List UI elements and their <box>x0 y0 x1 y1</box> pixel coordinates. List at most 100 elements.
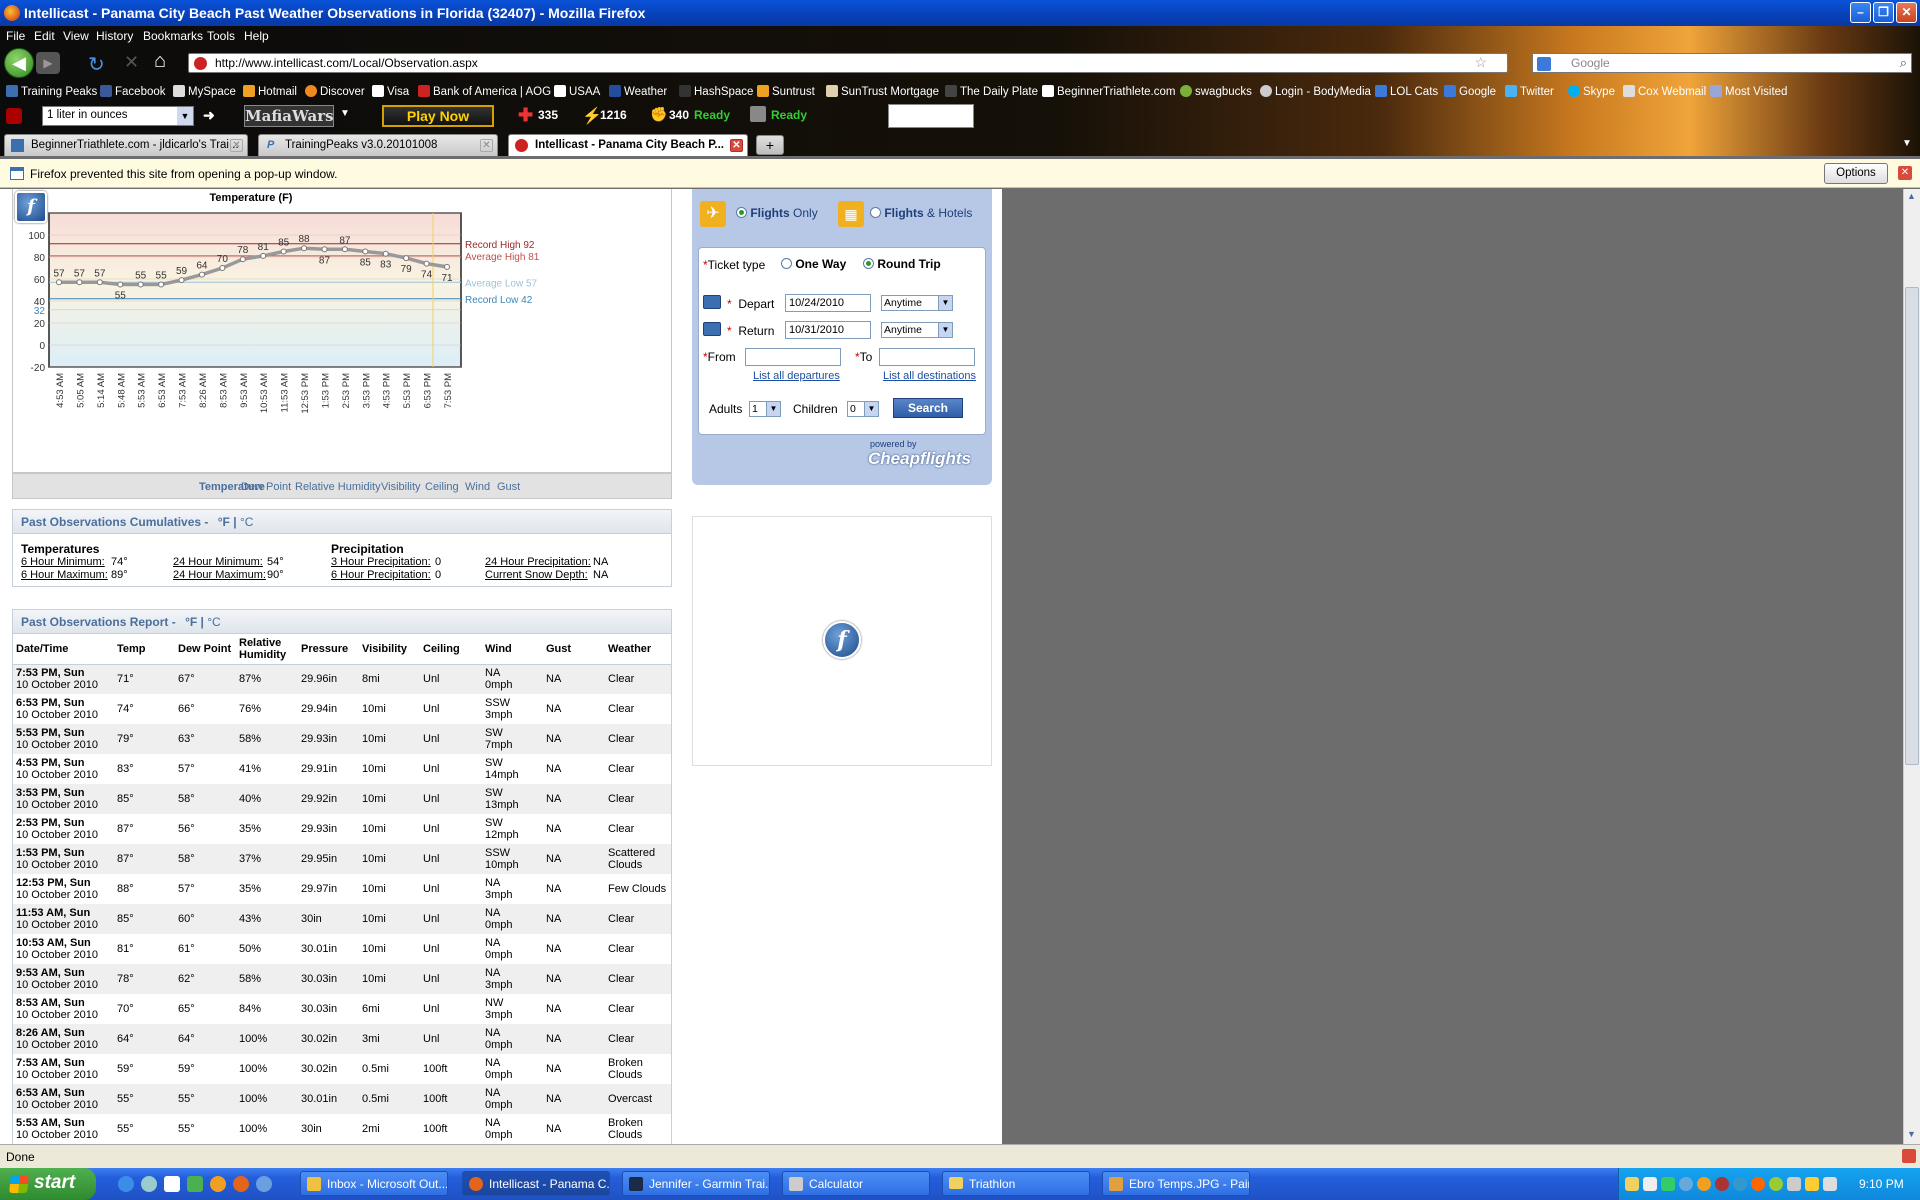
calendar-icon[interactable] <box>703 322 721 336</box>
bookmark-cox-webmail[interactable]: Cox Webmail <box>1623 85 1706 98</box>
forward-button[interactable]: ▶ <box>36 52 60 74</box>
tray-icon[interactable] <box>1643 1177 1657 1191</box>
quick-launch-icon[interactable] <box>210 1176 226 1192</box>
menu-bookmarks[interactable]: Bookmarks <box>143 29 203 43</box>
bookmark-google[interactable]: Google <box>1444 85 1496 98</box>
task-outlook[interactable]: Inbox - Microsoft Out... <box>300 1171 448 1196</box>
unit-fahrenheit[interactable]: °F <box>185 615 197 629</box>
vertical-scrollbar[interactable]: ▲ ▼ <box>1903 189 1920 1144</box>
unit-celsius[interactable]: °C <box>207 615 220 629</box>
one-way-radio[interactable]: One Way <box>781 257 846 271</box>
bookmark-hashspace[interactable]: HashSpace <box>679 85 753 98</box>
bookmark-usaa[interactable]: USAA <box>554 85 600 98</box>
bookmark-facebook[interactable]: Facebook <box>100 85 166 98</box>
search-input[interactable]: Google ⌕ <box>1532 53 1912 73</box>
toolbar-widget[interactable] <box>888 104 974 128</box>
bookmark-lol-cats[interactable]: LOL Cats <box>1375 85 1438 98</box>
arrow-icon[interactable]: ➜ <box>203 107 215 124</box>
cumulative-label[interactable]: 24 Hour Minimum: <box>173 556 263 568</box>
adults-select[interactable]: 1 ▼ <box>749 401 781 417</box>
flash-ad-placeholder[interactable]: f <box>692 516 992 766</box>
quick-launch-firefox-icon[interactable] <box>233 1176 249 1192</box>
unit-fahrenheit[interactable]: °F <box>218 515 230 529</box>
maximize-button[interactable]: ❐ <box>1873 2 1894 23</box>
bookmark-bank-of-america[interactable]: Bank of America | AOG <box>418 85 551 98</box>
bookmark-training-peaks[interactable]: Training Peaks <box>6 85 97 98</box>
tray-icon[interactable] <box>1751 1177 1765 1191</box>
menu-edit[interactable]: Edit <box>34 29 55 43</box>
bookmark-star-icon[interactable]: ☆ <box>1474 54 1487 71</box>
tray-icon[interactable] <box>1661 1177 1675 1191</box>
home-icon[interactable]: ⌂ <box>154 50 166 73</box>
list-departures-link[interactable]: List all departures <box>753 370 840 382</box>
tab-list-icon[interactable]: ▼ <box>1902 138 1912 149</box>
popup-options-button[interactable]: Options <box>1824 163 1888 184</box>
stop-icon[interactable]: ✕ <box>124 52 139 73</box>
tab-trainingpeaks[interactable]: P TrainingPeaks v3.0.20101008 ✕ <box>258 134 498 156</box>
bookmark-hotmail[interactable]: Hotmail <box>243 85 297 98</box>
round-trip-radio[interactable]: Round Trip <box>863 257 941 271</box>
cumulative-label[interactable]: 24 Hour Maximum: <box>173 569 266 581</box>
flights-only-radio[interactable]: Flights Only <box>736 206 818 220</box>
tab-close-icon[interactable]: ✕ <box>480 139 493 152</box>
chart-tab-dew-point[interactable]: Dew Point <box>241 481 291 493</box>
bookmark-swagbucks[interactable]: swagbucks <box>1180 85 1252 98</box>
quick-launch-icon[interactable] <box>164 1176 180 1192</box>
task-paint[interactable]: Ebro Temps.JPG - Paint <box>1102 1171 1250 1196</box>
tab-intellicast[interactable]: Intellicast - Panama City Beach P... ✕ <box>508 134 748 156</box>
cumulative-label[interactable]: 6 Hour Precipitation: <box>331 569 431 581</box>
chart-tab-visibility[interactable]: Visibility <box>381 481 421 493</box>
chart-tab-wind[interactable]: Wind <box>465 481 490 493</box>
tray-icon[interactable] <box>1733 1177 1747 1191</box>
flight-search-button[interactable]: Search <box>893 398 963 418</box>
cumulative-label[interactable]: 24 Hour Precipitation: <box>485 556 591 568</box>
flights-hotels-radio[interactable]: Flights & Hotels <box>870 206 972 220</box>
chart-tab-ceiling[interactable]: Ceiling <box>425 481 459 493</box>
tab-beginner-triathlete[interactable]: BeginnerTriathlete.com - jldicarlo's Tra… <box>4 134 248 156</box>
chart-tab-gust[interactable]: Gust <box>497 481 520 493</box>
children-select[interactable]: 0 ▼ <box>847 401 879 417</box>
from-input[interactable] <box>745 348 841 366</box>
task-firefox-intellicast[interactable]: Intellicast - Panama C... <box>462 1171 610 1196</box>
close-button[interactable]: ✕ <box>1896 2 1917 23</box>
scroll-thumb[interactable] <box>1905 287 1919 765</box>
menu-view[interactable]: View <box>63 29 89 43</box>
tray-icon[interactable] <box>1625 1177 1639 1191</box>
quick-launch-ie-icon[interactable] <box>118 1176 134 1192</box>
list-destinations-link[interactable]: List all destinations <box>883 370 976 382</box>
unit-converter-select[interactable]: 1 liter in ounces ▼ <box>42 106 194 126</box>
unit-celsius[interactable]: °C <box>240 515 253 529</box>
new-tab-button[interactable]: + <box>756 135 784 155</box>
bookmark-most-visited[interactable]: Most Visited <box>1710 85 1787 98</box>
bookmark-twitter[interactable]: Twitter <box>1505 85 1554 98</box>
clock[interactable]: 9:10 PM <box>1859 1177 1904 1191</box>
tray-icon[interactable] <box>1715 1177 1729 1191</box>
menu-file[interactable]: File <box>6 29 25 43</box>
tray-icon[interactable] <box>1769 1177 1783 1191</box>
chart-tab-relative-humidity[interactable]: Relative Humidity <box>295 481 381 493</box>
play-now-button[interactable]: Play Now <box>382 105 494 127</box>
minimize-button[interactable]: – <box>1850 2 1871 23</box>
reload-icon[interactable]: ↻ <box>88 52 105 77</box>
search-icon[interactable]: ⌕ <box>1900 55 1907 71</box>
bookmark-myspace[interactable]: MySpace <box>173 85 236 98</box>
task-calculator[interactable]: Calculator <box>782 1171 930 1196</box>
chevron-down-icon[interactable]: ▼ <box>340 108 350 119</box>
bookmark-weather[interactable]: Weather <box>609 85 667 98</box>
back-button[interactable]: ◀ <box>4 48 34 78</box>
quick-launch-icon[interactable] <box>256 1176 272 1192</box>
cumulative-label[interactable]: 6 Hour Minimum: <box>21 556 105 568</box>
tray-icon[interactable] <box>1787 1177 1801 1191</box>
bookmark-suntrust[interactable]: Suntrust <box>757 85 815 98</box>
menu-help[interactable]: Help <box>244 29 269 43</box>
depart-date-input[interactable]: 10/24/2010 <box>785 294 871 312</box>
scroll-up-icon[interactable]: ▲ <box>1907 191 1916 201</box>
tray-icon[interactable] <box>1679 1177 1693 1191</box>
task-garmin[interactable]: Jennifer - Garmin Trai... <box>622 1171 770 1196</box>
return-time-select[interactable]: Anytime ▼ <box>881 322 953 338</box>
return-date-input[interactable]: 10/31/2010 <box>785 321 871 339</box>
to-input[interactable] <box>879 348 975 366</box>
cumulative-label[interactable]: 3 Hour Precipitation: <box>331 556 431 568</box>
bookmark-skype[interactable]: Skype <box>1568 85 1615 98</box>
menu-history[interactable]: History <box>96 29 133 43</box>
